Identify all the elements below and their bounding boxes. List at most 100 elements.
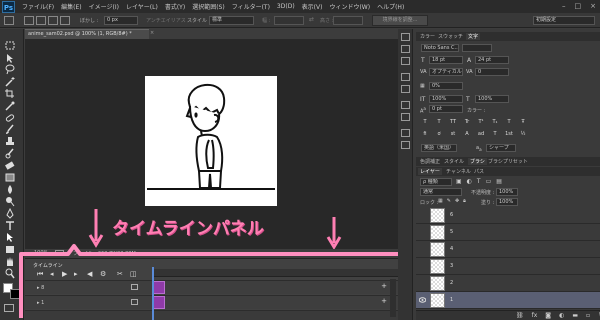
font-style-select[interactable] xyxy=(462,44,492,52)
tracking-select[interactable]: 0 xyxy=(475,68,509,76)
type-tool-icon[interactable] xyxy=(4,220,16,231)
tab-brush[interactable]: ブラシ xyxy=(468,158,487,165)
vertical-scale-input[interactable]: 100% xyxy=(429,95,463,103)
leading-input[interactable]: 24 pt xyxy=(475,56,509,64)
layer-comps-icon[interactable] xyxy=(401,141,410,149)
lock-pixels-icon[interactable]: ✎ xyxy=(447,198,451,204)
layer-name[interactable]: 3 xyxy=(450,263,453,269)
subscript-button[interactable]: T₁ xyxy=(491,118,499,126)
tsume-select[interactable]: 0% xyxy=(429,82,463,90)
tab-character[interactable]: 文字 xyxy=(466,33,481,40)
layer-filter-select[interactable]: ρ 種類 xyxy=(420,178,452,186)
small-caps-button[interactable]: Tr xyxy=(463,118,471,126)
document-tab[interactable]: anime_sam02.psd @ 100% (1, RGB/8#) * xyxy=(25,29,149,39)
gradient-tool-icon[interactable] xyxy=(4,172,16,183)
menu-window[interactable]: ウィンドウ(W) xyxy=(329,2,370,11)
layer-name[interactable]: 6 xyxy=(450,212,453,218)
layer-name[interactable]: 2 xyxy=(450,280,453,286)
adjust-icon[interactable]: ◐ xyxy=(559,312,564,319)
ordinal-button[interactable]: 1st xyxy=(505,130,513,138)
eraser-tool-icon[interactable] xyxy=(4,160,16,171)
minimize-button[interactable]: – xyxy=(562,2,566,10)
tab-color[interactable]: カラー xyxy=(420,33,435,40)
quick-mask-icon[interactable] xyxy=(4,304,14,312)
lock-all-icon[interactable]: 🔒︎ xyxy=(463,198,466,204)
menu-layer[interactable]: レイヤー(L) xyxy=(126,2,158,11)
history-brush-icon[interactable] xyxy=(4,148,16,159)
horizontal-scale-input[interactable]: 100% xyxy=(475,95,509,103)
eyedropper-icon[interactable] xyxy=(4,100,16,111)
actions-panel-icon[interactable] xyxy=(401,45,410,53)
layer-row[interactable]: 5 xyxy=(416,224,600,241)
zoom-tool-icon[interactable] xyxy=(4,268,16,279)
smart-filter-icon[interactable]: ▤ xyxy=(496,178,502,185)
opacity-input[interactable]: 100% xyxy=(496,188,518,196)
history-panel-icon[interactable] xyxy=(401,33,410,41)
style-select[interactable]: 標準 xyxy=(209,16,254,25)
blend-mode-select[interactable]: 通常 xyxy=(420,188,462,196)
underline-button[interactable]: T xyxy=(505,118,513,126)
marquee-preset-icon[interactable] xyxy=(4,16,14,25)
clone-source-icon[interactable] xyxy=(401,113,410,121)
layer-row[interactable]: 4 xyxy=(416,241,600,258)
close-document-icon[interactable]: × xyxy=(150,30,154,36)
faux-italic-button[interactable]: T xyxy=(435,118,443,126)
move-tool-icon[interactable] xyxy=(4,53,16,64)
shape-filter-icon[interactable]: ▭ xyxy=(486,178,492,185)
superscript-button[interactable]: T¹ xyxy=(477,118,485,126)
ordinals-button[interactable]: T xyxy=(491,130,499,138)
clone-stamp-icon[interactable] xyxy=(4,136,16,147)
lock-transparency-icon[interactable]: ▦ xyxy=(438,198,443,204)
swap-icon[interactable]: ⇄ xyxy=(309,16,314,23)
menu-image[interactable]: イメージ(I) xyxy=(89,2,119,11)
healing-brush-icon[interactable] xyxy=(4,112,16,123)
menu-help[interactable]: ヘルプ(H) xyxy=(377,2,404,11)
adjustment-filter-icon[interactable]: ◐ xyxy=(467,178,472,185)
font-family-select[interactable]: Noto Sans C... xyxy=(421,44,459,52)
new-selection-icon[interactable] xyxy=(24,16,34,25)
height-input[interactable] xyxy=(333,16,363,25)
marquee-tool-icon[interactable] xyxy=(4,40,16,51)
menu-3d[interactable]: 3D(D) xyxy=(277,3,295,10)
language-select[interactable]: 英語（米国） xyxy=(421,144,457,152)
blur-tool-icon[interactable] xyxy=(4,184,16,195)
magic-wand-icon[interactable] xyxy=(4,76,16,87)
font-size-input[interactable]: 18 pt xyxy=(429,56,463,64)
layer-name[interactable]: 1 xyxy=(450,297,453,303)
new-layer-icon[interactable]: ▫ xyxy=(586,312,590,319)
info-panel-icon[interactable] xyxy=(401,57,410,65)
layer-row[interactable]: 2 xyxy=(416,275,600,292)
strikethrough-button[interactable]: Ŧ xyxy=(519,118,527,126)
tab-layers[interactable]: レイヤー xyxy=(418,168,442,175)
fx-icon[interactable]: fx xyxy=(532,312,538,319)
antialias-select[interactable]: シャープ xyxy=(486,144,516,152)
type-filter-icon[interactable]: T xyxy=(477,178,481,185)
menu-type[interactable]: 書式(Y) xyxy=(165,2,185,11)
brush-tool-icon[interactable] xyxy=(4,124,16,135)
properties-panel-icon[interactable] xyxy=(401,129,410,137)
all-caps-button[interactable]: TT xyxy=(449,118,457,126)
menu-view[interactable]: 表示(V) xyxy=(302,2,323,11)
width-input[interactable] xyxy=(274,16,304,25)
layer-row[interactable]: 3 xyxy=(416,258,600,275)
tab-swatches[interactable]: スウォッチ xyxy=(438,33,463,40)
fill-input[interactable]: 100% xyxy=(496,198,518,206)
baseline-input[interactable]: 0 pt xyxy=(429,105,463,113)
workspace-select[interactable]: 初期設定 xyxy=(533,16,595,25)
tab-paths[interactable]: パス xyxy=(474,168,484,175)
tab-adjustments[interactable]: 色調補正 xyxy=(420,158,440,165)
character-panel-icon[interactable] xyxy=(401,73,410,81)
layer-row[interactable]: 6 xyxy=(416,207,600,224)
shape-tool-icon[interactable] xyxy=(4,244,16,255)
menu-select[interactable]: 選択範囲(S) xyxy=(192,2,225,11)
maximize-button[interactable]: □ xyxy=(575,2,582,10)
eye-icon[interactable] xyxy=(419,297,426,303)
menu-file[interactable]: ファイル(F) xyxy=(22,2,54,11)
feather-input[interactable]: 0 px xyxy=(104,16,138,25)
intersect-selection-icon[interactable] xyxy=(60,16,70,25)
refine-edge-button[interactable]: 境界線を調整... xyxy=(372,15,428,26)
document-canvas[interactable] xyxy=(145,76,277,206)
lasso-tool-icon[interactable] xyxy=(4,64,16,75)
layer-name[interactable]: 4 xyxy=(450,246,453,252)
tab-channels[interactable]: チャンネル xyxy=(446,168,471,175)
